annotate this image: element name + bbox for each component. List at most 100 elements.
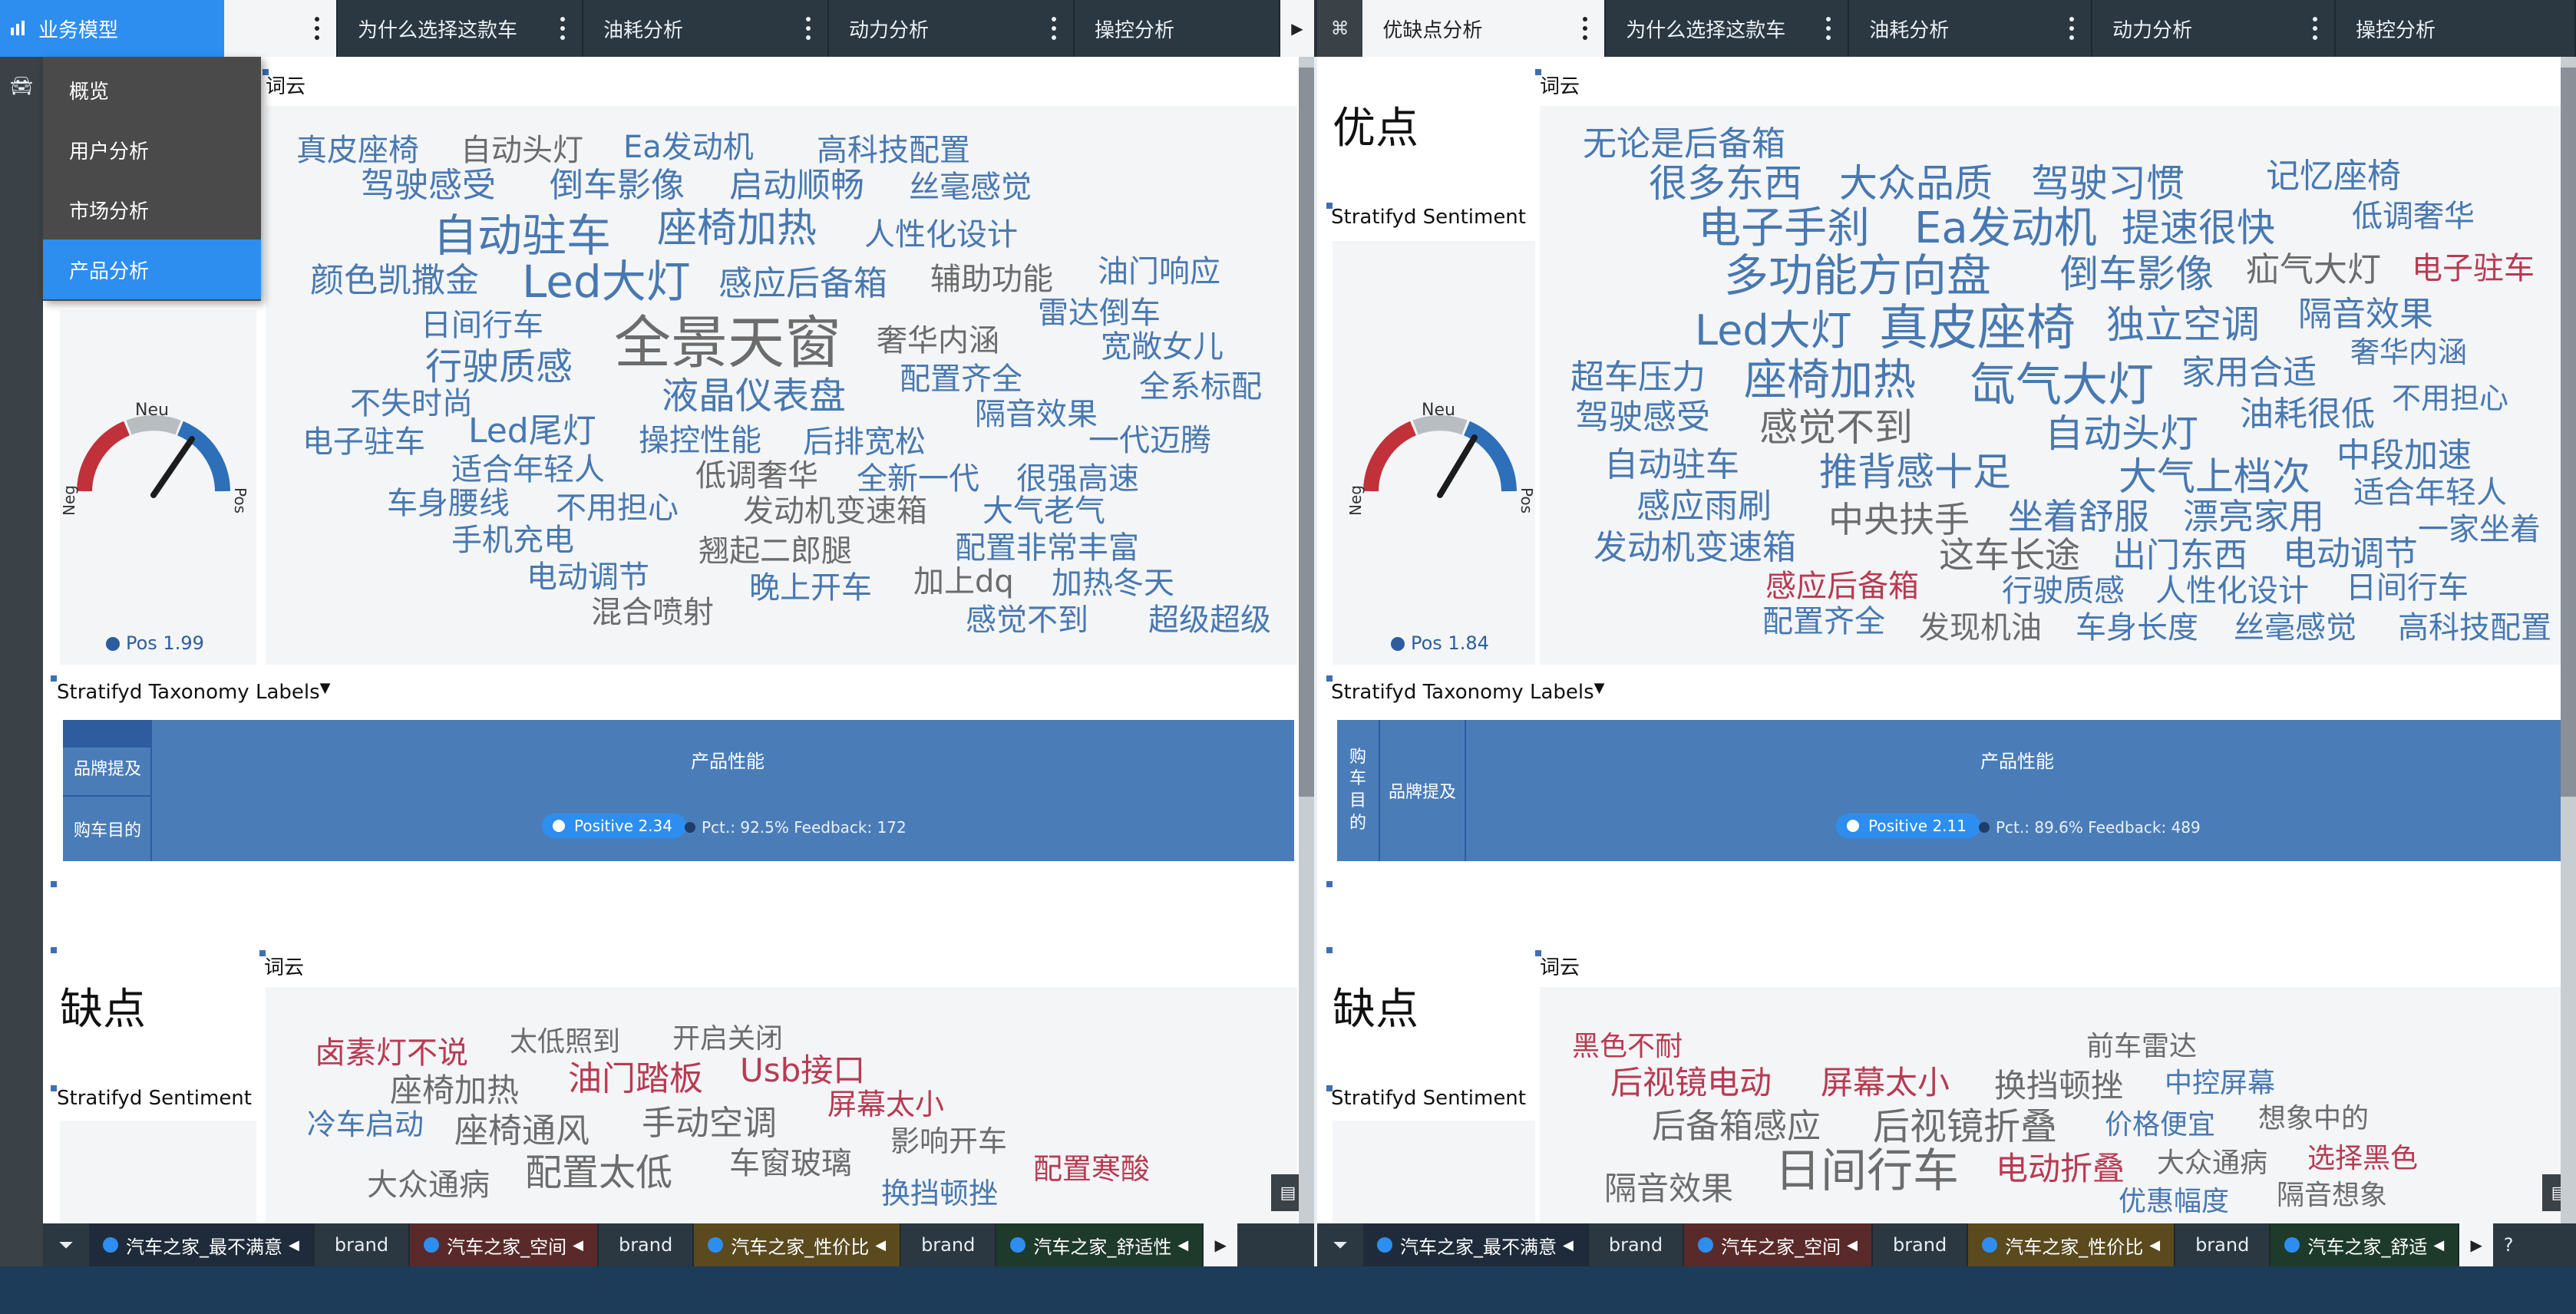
right_pane-pros-word[interactable]: 中段加速 [2337,439,2472,473]
right_pane-pros-word[interactable]: 电动调节 [2283,537,2418,571]
left_pane-pros-word[interactable]: 启动顺畅 [729,169,864,203]
menu-item-product-analysis[interactable]: 产品分析 [43,239,261,299]
taxonomy-cell-purpose[interactable]: 购车目的 [63,797,152,861]
filter-chip-brand[interactable]: brand [1589,1223,1685,1266]
business-model-menu-button[interactable]: 业务模型 [0,0,224,57]
left-scrollbar[interactable] [1299,57,1314,1223]
left_pane-pros-word[interactable]: 操控性能 [639,425,761,456]
left_pane-cons-word[interactable]: 油门踏板 [568,1062,703,1096]
right_pane-pros-word[interactable]: 推背感十足 [1819,453,2011,491]
kebab-icon[interactable] [2069,15,2076,41]
left_pane-pros-word[interactable]: 配置非常丰富 [955,533,1139,563]
left_pane-pros-word[interactable]: 感觉不到 [966,605,1088,636]
right_pane-pros-word[interactable]: 油耗很低 [2240,398,2375,431]
tab-fuel[interactable]: 油耗分析 [1849,0,2093,57]
right_pane-pros-word[interactable]: 奢华内涵 [2350,338,2467,367]
filter-chip[interactable]: 汽车之家_最不满意 ◀ [1363,1223,1589,1266]
sitemap-icon[interactable]: ⌘ [1317,0,1363,57]
scroll-thumb[interactable] [2561,68,2576,797]
left_pane-pros-word[interactable]: 全系标配 [1139,371,1262,402]
right_pane-pros-word[interactable]: 驾驶习惯 [2031,164,2185,203]
right_pane-pros-word[interactable]: 坐着舒服 [2008,499,2149,534]
left_pane-pros-word[interactable]: 人性化设计 [864,220,1018,250]
left_pane-pros-word[interactable]: 奢华内涵 [877,325,999,356]
left_pane-pros-word[interactable]: 感应后备箱 [718,267,887,301]
left_pane-pros-word[interactable]: 晚上开车 [749,573,872,603]
filter-scroll-right-icon[interactable]: ▶ [2459,1223,2494,1266]
right_pane-cons-word[interactable]: 隔音效果 [1604,1173,1733,1205]
right_pane-pros-word[interactable]: 适合年轻人 [2353,477,2507,508]
tab-power[interactable]: 动力分析 [2092,0,2337,57]
left_pane-pros-word[interactable]: 低调奢华 [695,461,818,491]
left_pane-pros-word[interactable]: 不用担心 [556,493,679,523]
right_pane-pros-word[interactable]: 家用合适 [2181,356,2317,390]
left_pane-cons-word[interactable]: 座椅通风 [454,1114,590,1148]
right_pane-pros-word[interactable]: 记忆座椅 [2266,160,2401,193]
left_pane-pros-word[interactable]: 驾驶感受 [361,169,496,203]
right_pane-pros-word[interactable]: 真皮座椅 [1879,304,2076,353]
right_pane-pros-word[interactable]: 这车长途 [1939,537,2080,573]
right_pane-pros-word[interactable]: 多功能方向盘 [1724,253,1991,298]
right_pane-pros-word[interactable]: 不用担心 [2392,384,2508,413]
kebab-icon[interactable] [315,15,321,41]
taxonomy-treemap[interactable]: 购车目的 品牌提及 产品性能 Positive 2.11 Pct.: 89.6%… [1337,720,2565,861]
right_pane-pros-word[interactable]: 人性化设计 [2155,576,2309,606]
tab-fuel[interactable]: 油耗分析 [583,0,829,57]
left_pane-pros-word[interactable]: 超级超级 [1148,605,1271,636]
filter-chip-brand[interactable]: brand [315,1223,411,1266]
taxonomy-cell-purpose[interactable]: 购车目的 [1337,720,1380,861]
left_pane-cons-word[interactable]: 冷车启动 [307,1110,424,1139]
right_pane-pros-word[interactable]: 隔音效果 [2298,298,2433,332]
right-scrollbar[interactable] [2561,57,2576,1223]
left_pane-pros-word[interactable]: 高科技配置 [817,135,970,166]
left_pane-pros-word[interactable]: 混合喷射 [591,597,714,628]
taxonomy-cell-brand[interactable]: 品牌提及 [63,740,152,797]
filter-chip[interactable]: 汽车之家_最不满意 ◀ [89,1223,315,1266]
tab-power[interactable]: 动力分析 [829,0,1075,57]
right_pane-pros-word[interactable]: Ea发动机 [1914,207,2097,250]
filter-icon[interactable]: ⏷ [43,1223,89,1266]
right_pane-cons-word[interactable]: 黑色不耐 [1572,1033,1683,1061]
left_pane-cons-word[interactable]: 车窗玻璃 [729,1148,852,1179]
left_pane-pros-word[interactable]: 一代迈腾 [1088,425,1211,456]
filter-icon[interactable]: ▼ [320,680,331,696]
left_pane-pros-word[interactable]: 液晶仪表盘 [662,378,846,414]
left_pane-pros-word[interactable]: 不失时尚 [350,388,473,419]
right_pane-pros-word[interactable]: 疝气大灯 [2246,253,2381,287]
right_pane-pros-word[interactable]: 丝毫感觉 [2234,612,2356,643]
tab-scroll-right-icon[interactable]: ▶ [1280,0,1314,57]
car-icon[interactable]: 🚘︎ [8,75,35,100]
left_pane-pros-word[interactable]: 隔音效果 [975,399,1098,430]
right_pane-pros-word[interactable]: 大众品质 [1839,164,1993,203]
left_pane-pros-word[interactable]: 全新一代 [857,464,979,494]
left_pane-pros-word[interactable]: 辅助功能 [930,264,1053,295]
left_pane-pros-word[interactable]: 发动机变速箱 [743,496,927,527]
left_pane-pros-word[interactable]: 很强高速 [1016,464,1139,494]
left_pane-pros-word[interactable]: 座椅加热 [657,209,817,249]
right_pane-cons-word[interactable]: 大众通病 [2157,1150,2267,1177]
tab-blank[interactable] [224,0,338,57]
taxonomy-cell-brand[interactable]: 品牌提及 [1380,720,1466,861]
right_pane-cons-word[interactable]: 日间行车 [1775,1148,1959,1194]
menu-item-overview[interactable]: 概览 [43,60,261,120]
left_pane-pros-word[interactable]: 手机充电 [451,525,574,556]
left_pane-pros-word[interactable]: 雷达倒车 [1038,298,1161,328]
left_pane-cons-word[interactable]: 屏幕太小 [827,1090,944,1119]
menu-item-user-analysis[interactable]: 用户分析 [43,120,261,180]
help-icon[interactable]: ? [2493,1223,2524,1266]
left_pane-cons-word[interactable]: 大众通病 [367,1170,490,1200]
left_pane-pros-word[interactable]: 丝毫感觉 [909,172,1032,203]
left_pane-pros-word[interactable]: 日间行车 [421,310,543,341]
filter-chip[interactable]: 汽车之家_性价比 ◀ [1968,1223,2176,1266]
kebab-icon[interactable] [1826,15,1832,41]
right_pane-pros-word[interactable]: 氙气大灯 [1970,362,2154,408]
filter-chip-brand[interactable]: brand [1873,1223,1969,1266]
left_pane-pros-word[interactable]: 翘起二郎腿 [698,536,852,566]
left_pane-cons-word[interactable]: 太低照到 [510,1028,620,1056]
right_pane-cons-word[interactable]: 电动折叠 [1996,1153,2125,1185]
left_pane-cons-word[interactable]: 开启关闭 [672,1025,783,1053]
filter-chip-brand[interactable]: brand [901,1223,997,1266]
filter-icon[interactable]: ⏷ [1317,1223,1363,1266]
right_pane-cons-word[interactable]: 想象中的 [2258,1105,2369,1133]
right_pane-pros-word[interactable]: Led大灯 [1695,310,1852,352]
